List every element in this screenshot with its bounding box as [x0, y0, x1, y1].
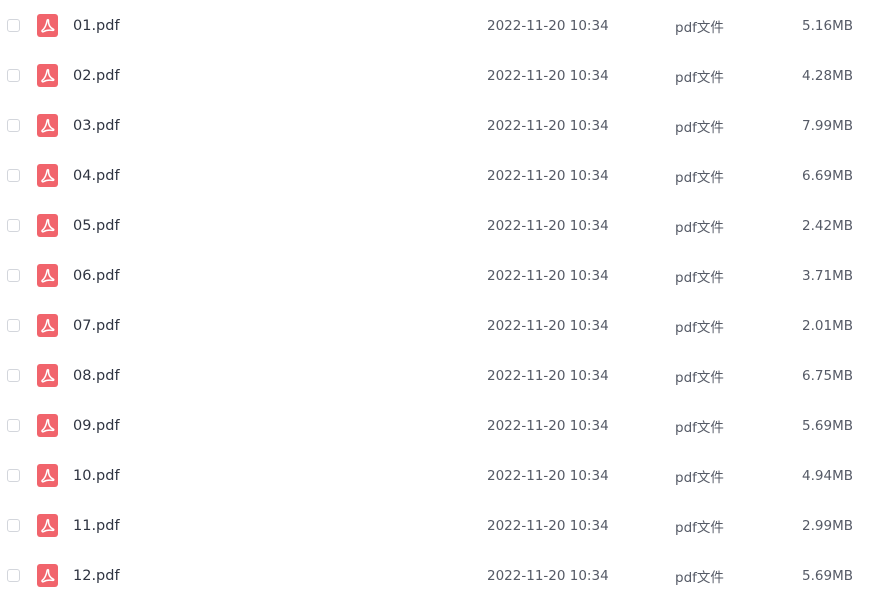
file-size: 5.69MB	[802, 568, 853, 584]
row-checkbox[interactable]	[7, 519, 20, 532]
file-name[interactable]: 07.pdf	[73, 318, 120, 334]
file-modified-date: 2022-11-20 10:34	[487, 568, 609, 584]
file-row[interactable]: 05.pdf 2022-11-20 10:34 pdf文件 2.42MB	[0, 201, 883, 251]
file-type: pdf文件	[675, 70, 724, 86]
file-name[interactable]: 08.pdf	[73, 368, 120, 384]
file-size: 5.16MB	[802, 18, 853, 34]
file-name[interactable]: 02.pdf	[73, 68, 120, 84]
file-modified-date: 2022-11-20 10:34	[487, 518, 609, 534]
file-modified-date: 2022-11-20 10:34	[487, 18, 609, 34]
file-modified-date: 2022-11-20 10:34	[487, 268, 609, 284]
pdf-file-icon	[37, 414, 58, 437]
file-size: 6.75MB	[802, 368, 853, 384]
file-row[interactable]: 11.pdf 2022-11-20 10:34 pdf文件 2.99MB	[0, 501, 883, 551]
file-name[interactable]: 04.pdf	[73, 168, 120, 184]
pdf-file-icon	[37, 64, 58, 87]
row-checkbox[interactable]	[7, 319, 20, 332]
pdf-file-icon	[37, 114, 58, 137]
file-size: 7.99MB	[802, 118, 853, 134]
file-size: 2.01MB	[802, 318, 853, 334]
file-name[interactable]: 11.pdf	[73, 518, 120, 534]
pdf-file-icon	[37, 564, 58, 587]
file-list: 01.pdf 2022-11-20 10:34 pdf文件 5.16MB 02.…	[0, 0, 883, 590]
pdf-file-icon	[37, 514, 58, 537]
row-checkbox[interactable]	[7, 369, 20, 382]
file-type: pdf文件	[675, 170, 724, 186]
file-modified-date: 2022-11-20 10:34	[487, 468, 609, 484]
file-name[interactable]: 06.pdf	[73, 268, 120, 284]
file-size: 4.28MB	[802, 68, 853, 84]
pdf-file-icon	[37, 264, 58, 287]
file-row[interactable]: 06.pdf 2022-11-20 10:34 pdf文件 3.71MB	[0, 251, 883, 301]
file-name[interactable]: 01.pdf	[73, 18, 120, 34]
row-checkbox[interactable]	[7, 219, 20, 232]
file-type: pdf文件	[675, 470, 724, 486]
file-modified-date: 2022-11-20 10:34	[487, 168, 609, 184]
file-name[interactable]: 10.pdf	[73, 468, 120, 484]
file-size: 2.99MB	[802, 518, 853, 534]
row-checkbox[interactable]	[7, 119, 20, 132]
file-type: pdf文件	[675, 370, 724, 386]
file-row[interactable]: 02.pdf 2022-11-20 10:34 pdf文件 4.28MB	[0, 51, 883, 101]
row-checkbox[interactable]	[7, 419, 20, 432]
file-name[interactable]: 05.pdf	[73, 218, 120, 234]
file-size: 2.42MB	[802, 218, 853, 234]
file-size: 6.69MB	[802, 168, 853, 184]
file-modified-date: 2022-11-20 10:34	[487, 368, 609, 384]
file-type: pdf文件	[675, 270, 724, 286]
file-row[interactable]: 04.pdf 2022-11-20 10:34 pdf文件 6.69MB	[0, 151, 883, 201]
pdf-file-icon	[37, 364, 58, 387]
file-modified-date: 2022-11-20 10:34	[487, 118, 609, 134]
file-type: pdf文件	[675, 120, 724, 136]
file-modified-date: 2022-11-20 10:34	[487, 418, 609, 434]
row-checkbox[interactable]	[7, 169, 20, 182]
file-row[interactable]: 12.pdf 2022-11-20 10:34 pdf文件 5.69MB	[0, 551, 883, 601]
file-row[interactable]: 09.pdf 2022-11-20 10:34 pdf文件 5.69MB	[0, 401, 883, 451]
file-type: pdf文件	[675, 220, 724, 236]
row-checkbox[interactable]	[7, 469, 20, 482]
file-size: 5.69MB	[802, 418, 853, 434]
file-modified-date: 2022-11-20 10:34	[487, 68, 609, 84]
file-modified-date: 2022-11-20 10:34	[487, 318, 609, 334]
file-size: 4.94MB	[802, 468, 853, 484]
pdf-file-icon	[37, 314, 58, 337]
pdf-file-icon	[37, 14, 58, 37]
file-name[interactable]: 12.pdf	[73, 568, 120, 584]
row-checkbox[interactable]	[7, 69, 20, 82]
file-name[interactable]: 03.pdf	[73, 118, 120, 134]
file-row[interactable]: 08.pdf 2022-11-20 10:34 pdf文件 6.75MB	[0, 351, 883, 401]
file-row[interactable]: 03.pdf 2022-11-20 10:34 pdf文件 7.99MB	[0, 101, 883, 151]
pdf-file-icon	[37, 214, 58, 237]
file-type: pdf文件	[675, 520, 724, 536]
row-checkbox[interactable]	[7, 269, 20, 282]
file-name[interactable]: 09.pdf	[73, 418, 120, 434]
row-checkbox[interactable]	[7, 569, 20, 582]
file-type: pdf文件	[675, 320, 724, 336]
file-row[interactable]: 10.pdf 2022-11-20 10:34 pdf文件 4.94MB	[0, 451, 883, 501]
row-checkbox[interactable]	[7, 19, 20, 32]
file-modified-date: 2022-11-20 10:34	[487, 218, 609, 234]
file-type: pdf文件	[675, 570, 724, 586]
file-type: pdf文件	[675, 20, 724, 36]
file-type: pdf文件	[675, 420, 724, 436]
pdf-file-icon	[37, 164, 58, 187]
pdf-file-icon	[37, 464, 58, 487]
file-row[interactable]: 01.pdf 2022-11-20 10:34 pdf文件 5.16MB	[0, 1, 883, 51]
file-size: 3.71MB	[802, 268, 853, 284]
file-row[interactable]: 07.pdf 2022-11-20 10:34 pdf文件 2.01MB	[0, 301, 883, 351]
